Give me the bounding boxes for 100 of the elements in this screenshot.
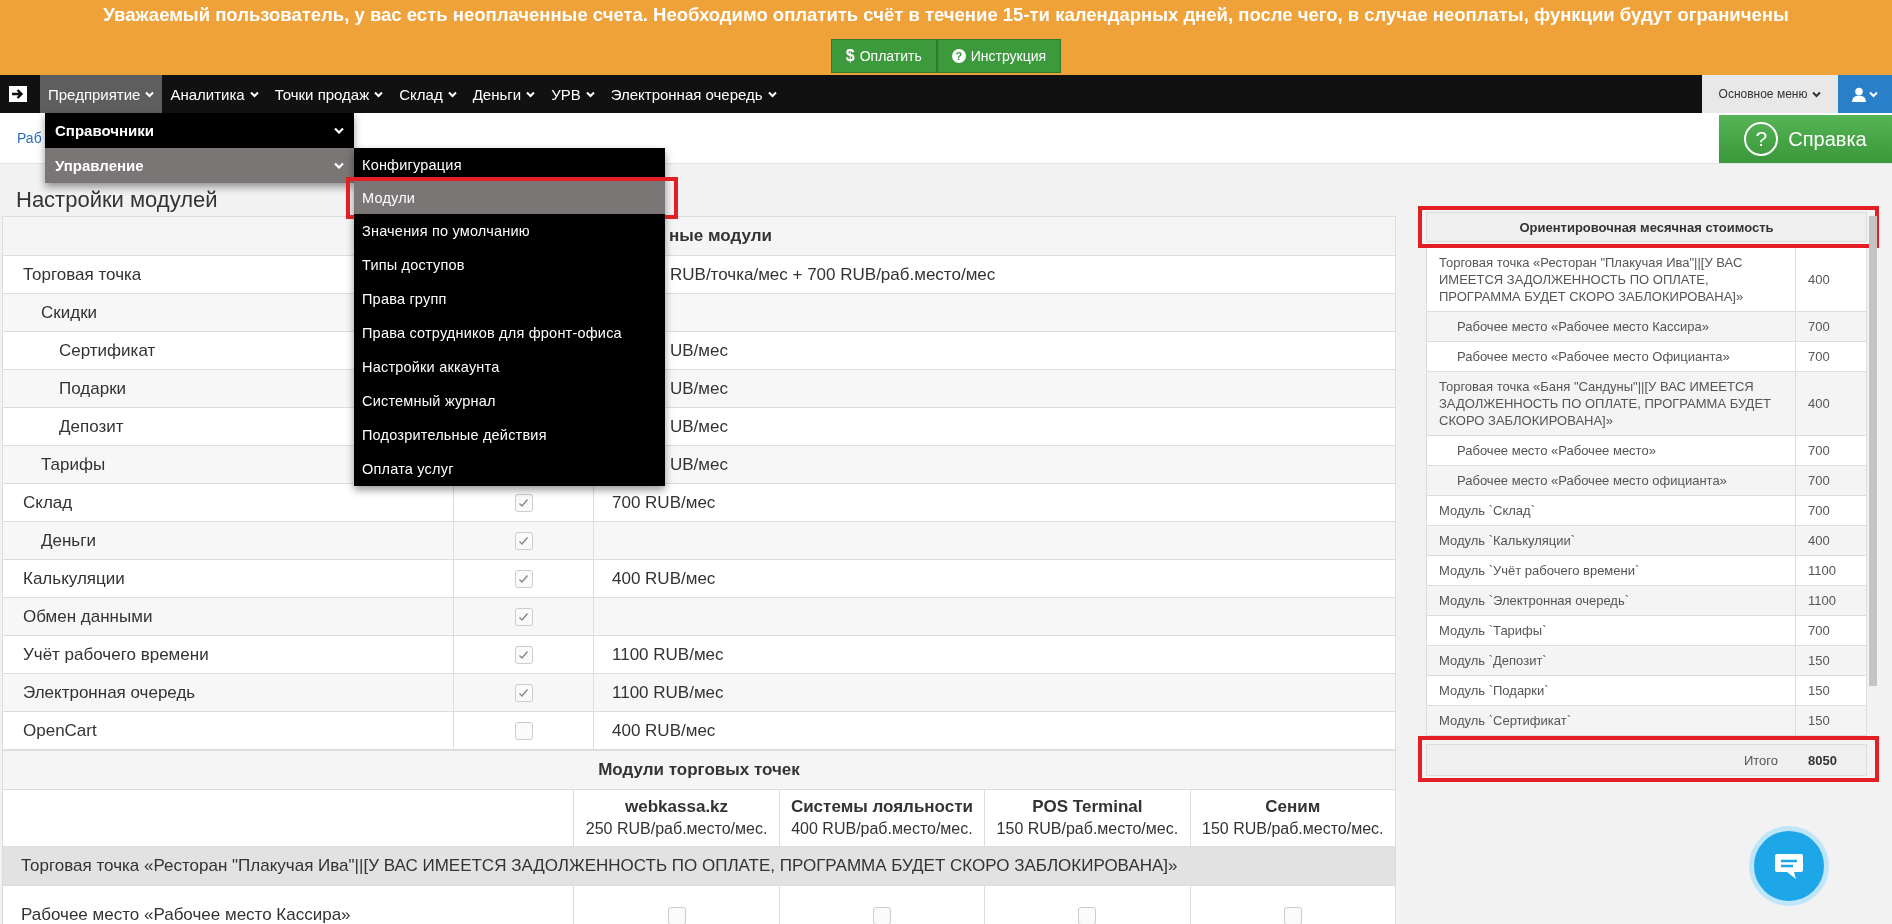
module-name: Обмен данными <box>22 606 153 627</box>
cost-amount: 150 <box>1807 712 1831 730</box>
module-name: Депозит <box>58 416 124 437</box>
checkbox[interactable] <box>667 906 686 924</box>
chevron-icon <box>334 127 344 134</box>
instruction-button[interactable]: ? Инструкция <box>936 39 1062 73</box>
submenu-item[interactable]: Типы доступов <box>354 248 665 282</box>
module-name: Скидки <box>40 302 98 323</box>
module-price: 1100 RUB/мес <box>611 644 724 665</box>
module-name: Калькуляции <box>22 568 125 589</box>
cost-item-name: Торговая точка «Баня "Сандуны"||[У ВАС ИМЕЕТСЯ ЗАДОЛЖЕННОСТЬ ПО ОПЛАТЕ, ПРОГРАММА БУДЕТ СКОРО ЗАБЛОКИРОВАНА]» <box>1427 372 1796 435</box>
cost-item-name: Модуль `Калькуляции` <box>1427 526 1796 555</box>
column-price: 400 RUB/раб.место/мес. <box>790 819 974 839</box>
check-icon <box>518 650 529 660</box>
help-icon: ? <box>951 49 966 63</box>
submenu-item[interactable]: Системный журнал <box>354 384 665 418</box>
cost-amount: 700 <box>1807 502 1831 520</box>
submenu-item[interactable]: Подозрительные действия <box>354 418 665 452</box>
module-name: OpenCart <box>22 720 97 741</box>
cost-item-name: Модуль `Подарки` <box>1427 676 1796 705</box>
submenu-item[interactable]: Модули <box>354 181 665 215</box>
column-price: 150 RUB/раб.место/мес. <box>1201 819 1385 839</box>
cost-amount: 1100 <box>1807 592 1837 610</box>
cost-item-name: Модуль `Тарифы` <box>1427 616 1796 645</box>
column-heading: POS Terminal <box>1031 796 1144 818</box>
breadcrumb-link[interactable]: Раб <box>17 130 42 146</box>
nav-menu-item[interactable]: Предприятие <box>40 75 163 113</box>
cost-amount: 700 <box>1807 318 1831 336</box>
checkbox[interactable] <box>514 608 533 626</box>
module-price: RUB/точка/мес + 700 RUB/раб.место/мес <box>669 264 996 285</box>
user-icon <box>1852 86 1866 102</box>
module-price: 700 RUB/мес <box>611 492 716 513</box>
column-price: 250 RUB/раб.место/мес. <box>584 819 769 839</box>
checkbox[interactable] <box>514 494 533 512</box>
nav-menu-item[interactable]: УРВ <box>543 75 603 113</box>
submenu-item[interactable]: Права групп <box>354 282 665 316</box>
module-price: 400 RUB/мес <box>611 568 716 589</box>
module-name: Склад <box>22 492 73 513</box>
section-heading: Модули торговых точек <box>2 750 1396 790</box>
checkbox[interactable] <box>514 532 533 550</box>
checkbox[interactable] <box>514 722 533 740</box>
module-name: Учёт рабочего времени <box>22 644 209 665</box>
checkbox[interactable] <box>872 906 891 924</box>
checkbox[interactable] <box>514 684 533 702</box>
check-icon <box>518 612 529 622</box>
caret-icon <box>1812 90 1822 98</box>
submenu-item[interactable]: Оплата услуг <box>354 452 665 486</box>
checkbox[interactable] <box>514 646 533 664</box>
cost-amount: 700 <box>1807 442 1831 460</box>
cost-item-name: Модуль `Учёт рабочего времени` <box>1427 556 1796 585</box>
caret-icon <box>767 90 777 98</box>
cost-item-name: Рабочее место «Рабочее место официанта» <box>1427 466 1796 495</box>
module-name: Сертификат <box>58 340 156 361</box>
cost-item-name: Торговая точка «Ресторан "Плакучая Ива"||[У ВАС ИМЕЕТСЯ ЗАДОЛЖЕННОСТЬ ПО ОПЛАТЕ, ПРОГРАММА БУДЕТ СКОРО ЗАБЛОКИРОВАНА]» <box>1427 248 1796 311</box>
scrollbar[interactable] <box>1869 216 1877 686</box>
module-name: Деньги <box>40 530 96 551</box>
column-heading: Системы лояльности <box>789 796 974 818</box>
cost-item-name: Модуль `Электронная очередь` <box>1427 586 1796 615</box>
dropdown-item[interactable]: Управление <box>45 148 354 183</box>
check-icon <box>518 536 529 546</box>
caret-icon <box>145 90 155 98</box>
submenu-item[interactable]: Настройки аккаунта <box>354 350 665 384</box>
cost-item-name: Рабочее место «Рабочее место Официанта» <box>1427 342 1796 371</box>
chat-icon <box>1774 852 1804 880</box>
module-price: 400 RUB/мес <box>611 720 716 741</box>
pay-button[interactable]: $ Оплатить <box>830 39 937 73</box>
module-name: Подарки <box>58 378 127 399</box>
nav-menu-item[interactable]: Электронная очередь <box>602 75 785 113</box>
column-heading: webkassa.kz <box>624 796 730 818</box>
module-name: Тарифы <box>40 454 106 475</box>
module-name: Электронная очередь <box>22 682 196 703</box>
nav-menu-item[interactable]: Аналитика <box>162 75 267 113</box>
caret-icon <box>1869 90 1878 98</box>
caret-icon <box>447 90 457 98</box>
cost-item-name: Модуль `Депозит` <box>1427 646 1796 675</box>
checkbox[interactable] <box>514 570 533 588</box>
panel-heading: Ориентировочная месячная стоимость <box>1519 219 1774 235</box>
caret-icon <box>526 90 536 98</box>
nav-menu-item[interactable]: Деньги <box>464 75 544 113</box>
caret-icon <box>249 90 259 98</box>
column-price: 150 RUB/раб.место/мес. <box>995 819 1180 839</box>
check-icon <box>518 574 529 584</box>
check-icon <box>518 498 529 508</box>
cost-item-name: Рабочее место «Рабочее место» <box>1427 436 1796 465</box>
caret-icon <box>374 90 384 98</box>
module-price: UB/мес <box>669 416 728 437</box>
submenu-item[interactable]: Права сотрудников для фронт-офиса <box>354 316 665 350</box>
dropdown-item[interactable]: Справочники <box>45 113 354 148</box>
submenu-item[interactable]: Значения по умолчанию <box>354 214 665 248</box>
check-icon <box>518 688 529 698</box>
checkbox[interactable] <box>1078 906 1097 924</box>
checkbox[interactable] <box>1283 906 1302 924</box>
nav-menu-item[interactable]: Склад <box>391 75 465 113</box>
user-menu-button[interactable] <box>1838 75 1892 113</box>
caret-icon <box>585 90 595 98</box>
workplace-name: Рабочее место «Рабочее место Кассира» <box>2 885 574 924</box>
module-price: UB/мес <box>669 340 728 361</box>
nav-menu-item[interactable]: Точки продаж <box>266 75 392 113</box>
cost-amount: 400 <box>1807 271 1831 289</box>
main-menu-button[interactable]: Основное меню <box>1702 75 1838 113</box>
